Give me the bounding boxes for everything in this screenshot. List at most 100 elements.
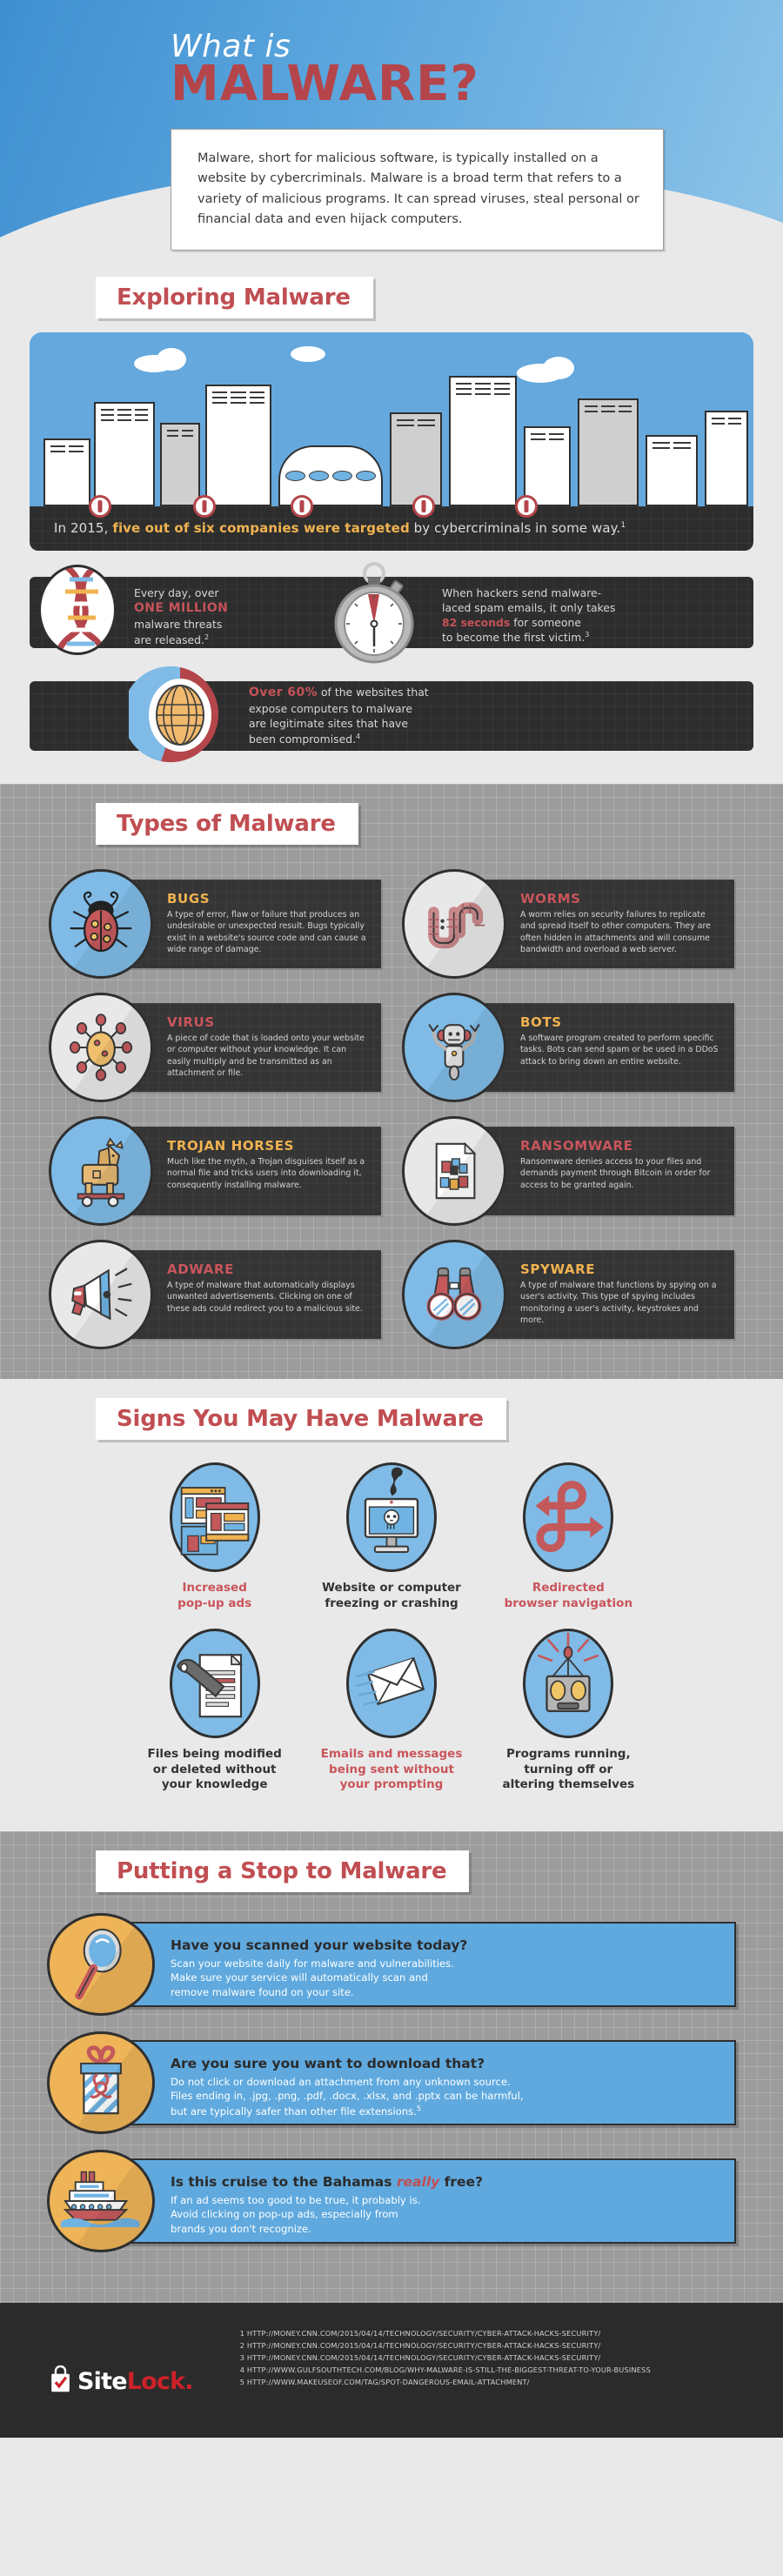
dna-icon xyxy=(38,565,117,655)
logo-site-word: Site xyxy=(77,2367,128,2395)
section-banner-types: Types of Malware xyxy=(96,803,358,845)
sign-label: Increased pop-up ads xyxy=(177,1581,252,1610)
section-title-types: Types of Malware xyxy=(117,811,336,837)
type-card-trojan-horses[interactable]: TROJAN HORSES Much like the myth, a Troj… xyxy=(49,1116,381,1226)
stats-row-two: Over 60% of the websites that expose com… xyxy=(30,666,753,765)
type-card-spyware[interactable]: SPYWARE A type of malware that functions… xyxy=(402,1240,734,1349)
types-banner-wrap: Types of Malware xyxy=(0,803,783,845)
types-grid: BUGS A type of error, flaw or failure th… xyxy=(0,845,783,1379)
sign-label: Programs running, turning off or altering … xyxy=(502,1747,635,1792)
type-desc-spyware: A type of malware that functions by spyi… xyxy=(520,1281,717,1326)
city-illustration xyxy=(30,332,753,506)
envelope-icon xyxy=(345,1629,437,1739)
stopwatch-svg xyxy=(334,562,414,664)
virus-icon xyxy=(49,993,153,1102)
stop-item-download[interactable]: Are you sure you want to download that? … xyxy=(47,2031,736,2134)
footer: SiteLock. 1 HTTP://MONEY.CNN.COM/2015/04… xyxy=(0,2302,783,2438)
city-stat-text: In 2015, five out of six companies were … xyxy=(54,520,729,536)
stop-head-pre: Is this cruise to the Bahamas xyxy=(171,2173,397,2190)
type-desc-bugs: A type of error, flaw or failure that pr… xyxy=(167,910,366,955)
logo-lock-word: Lock. xyxy=(126,2367,194,2395)
sign-label: Emails and messages being sent without you… xyxy=(320,1747,463,1792)
cloud-icon xyxy=(543,357,574,379)
stop-body-ads: If an ad seems too good to be true, it p… xyxy=(171,2193,719,2236)
stop-body-line: Files ending in, .jpg, .png, .pdf, .docx… xyxy=(171,2090,524,2103)
type-panel-trojan-horses: TROJAN HORSES Much like the myth, a Troj… xyxy=(113,1127,381,1215)
type-label-spyware: SPYWARE xyxy=(520,1261,596,1277)
sign-item[interactable]: Increased pop-up ads xyxy=(130,1462,298,1611)
type-label-bots: BOTS xyxy=(520,1014,562,1030)
type-label-bugs: BUGS xyxy=(167,891,211,907)
donut-highlight: Over 60% xyxy=(249,686,318,699)
globe-donut-svg xyxy=(122,666,219,763)
type-panel-bugs: BUGS A type of error, flaw or failure th… xyxy=(113,880,381,968)
stop-head-emphasis: really xyxy=(396,2173,440,2190)
building-shape xyxy=(205,385,271,506)
type-card-ransomware[interactable]: RANSOMWARE Ransomware denies access to y… xyxy=(402,1116,734,1226)
signs-section: Signs You May Have Malware Increased pop… xyxy=(0,1379,783,1831)
redirect-arrows-svg xyxy=(535,1481,605,1553)
stop-body-line: Make sure your service will automaticall… xyxy=(171,1971,428,1984)
sign-item[interactable]: Redirected browser navigation xyxy=(485,1462,652,1611)
sign-item[interactable]: Website or computer freezing or crashing xyxy=(307,1462,475,1611)
stat-two-line4: to become the first victim. xyxy=(442,631,586,645)
infographic-page: What is MALWARE? Malware, short for mali… xyxy=(0,0,783,2576)
type-card-worms[interactable]: WORMS A worm relies on security failures… xyxy=(402,869,734,979)
sign-item[interactable]: Emails and messages being sent without you… xyxy=(307,1629,475,1793)
building-shape xyxy=(160,423,200,506)
stop-item-scan[interactable]: Have you scanned your website today? Sca… xyxy=(47,1912,736,2016)
stat-two-line2: laced spam emails, it only takes xyxy=(442,601,616,615)
stat-one-line1: Every day, over xyxy=(134,586,219,599)
sign-label: Redirected browser navigation xyxy=(504,1581,633,1610)
stop-head-post: free? xyxy=(439,2173,484,2190)
sitelock-logo[interactable]: SiteLock. xyxy=(49,2325,194,2438)
building-shape xyxy=(94,402,155,506)
sign-item[interactable]: Files being modified or deleted without yo… xyxy=(130,1629,298,1793)
source-line[interactable]: 4 HTTP://WWW.GULFSOUTHTECH.COM/BLOG/WHY-… xyxy=(240,2364,651,2376)
type-card-bugs[interactable]: BUGS A type of error, flaw or failure th… xyxy=(49,869,381,979)
building-shape xyxy=(390,412,442,506)
sign-item[interactable]: Programs running, turning off or altering … xyxy=(485,1629,652,1793)
type-label-worms: WORMS xyxy=(520,891,581,907)
manhole-icon xyxy=(193,495,216,518)
section-title-stop: Putting a Stop to Malware xyxy=(117,1857,447,1884)
trojan-horse-icon xyxy=(49,1116,153,1226)
alarm-robot-svg xyxy=(538,1632,599,1713)
worm-icon xyxy=(402,869,506,979)
type-card-virus[interactable]: VIRUS A piece of code that is loaded ont… xyxy=(49,993,381,1102)
stop-body-line: Scan your website daily for malware and … xyxy=(171,1957,454,1970)
source-line[interactable]: 5 HTTP://WWW.MAKEUSEOF.COM/TAG/SPOT-DANG… xyxy=(240,2376,651,2388)
stop-body-line: brands you don't recognize. xyxy=(171,2222,311,2235)
stats-row-one: Every day, over ONE MILLION malware thre… xyxy=(30,562,753,664)
wrench-document-icon xyxy=(169,1629,260,1739)
stop-body-line: remove malware found on your site. xyxy=(171,1985,354,1998)
gift-box-icon xyxy=(47,2031,155,2134)
stop-banner-wrap: Putting a Stop to Malware xyxy=(0,1850,783,1892)
donut-line2: expose computers to malware xyxy=(249,702,413,716)
source-line[interactable]: 3 HTTP://MONEY.CNN.COM/2015/04/14/TECHNO… xyxy=(240,2352,651,2364)
type-desc-ransomware: Ransomware denies access to your files a… xyxy=(520,1157,711,1190)
stat-two-ref: 3 xyxy=(585,631,590,639)
stop-list: Have you scanned your website today? Sca… xyxy=(0,1892,783,2303)
type-card-adware[interactable]: ADWARE A type of malware that automatica… xyxy=(49,1240,381,1349)
type-desc-bots: A software program created to perform sp… xyxy=(520,1034,719,1067)
section-banner-exploring: Exploring Malware xyxy=(96,277,373,318)
stop-head-download: Are you sure you want to download that? xyxy=(171,2055,485,2071)
type-panel-spyware: SPYWARE A type of malware that functions… xyxy=(466,1250,734,1339)
stat-one-highlight: ONE MILLION xyxy=(134,601,229,616)
city-stat-strip: In 2015, five out of six companies were … xyxy=(30,495,753,551)
source-line[interactable]: 2 HTTP://MONEY.CNN.COM/2015/04/14/TECHNO… xyxy=(240,2339,651,2352)
section-title-exploring: Exploring Malware xyxy=(117,284,351,311)
type-card-bots[interactable]: BOTS A software program created to perfo… xyxy=(402,993,734,1102)
stat-one-ref: 2 xyxy=(204,632,210,641)
section-banner-stop: Putting a Stop to Malware xyxy=(96,1850,470,1892)
hero-section: What is MALWARE? Malware, short for mali… xyxy=(0,0,783,287)
stop-item-ads[interactable]: Is this cruise to the Bahamas really fre… xyxy=(47,2149,736,2252)
manhole-row xyxy=(30,495,753,518)
donut-ref: 4 xyxy=(356,732,361,740)
signs-banner-wrap: Signs You May Have Malware xyxy=(0,1398,783,1440)
crashing-monitor-icon xyxy=(345,1462,437,1572)
source-line[interactable]: 1 HTTP://MONEY.CNN.COM/2015/04/14/TECHNO… xyxy=(240,2327,651,2339)
cloud-icon xyxy=(157,348,186,371)
cloud-icon xyxy=(291,346,325,362)
